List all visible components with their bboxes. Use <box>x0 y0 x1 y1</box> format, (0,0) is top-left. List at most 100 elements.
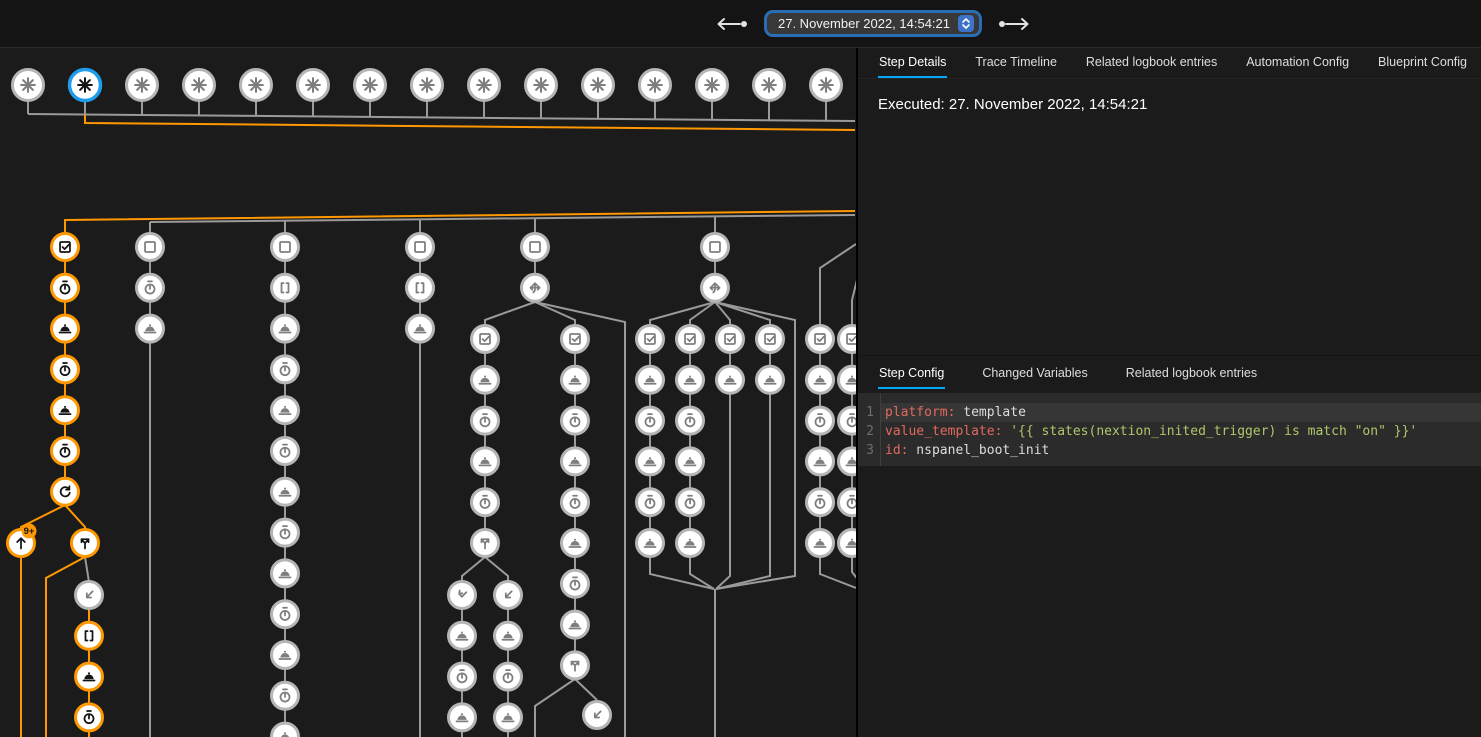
service-node[interactable] <box>495 622 522 649</box>
checkbox-blank-node[interactable] <box>522 234 549 261</box>
service-node[interactable] <box>272 315 299 342</box>
service-node[interactable] <box>407 315 434 342</box>
service-node[interactable] <box>562 448 589 475</box>
timer-node[interactable] <box>677 489 704 516</box>
checkbox-marked-node[interactable] <box>637 326 664 353</box>
timer-node[interactable] <box>472 407 499 434</box>
checkbox-marked-node[interactable] <box>52 234 79 261</box>
service-node[interactable] <box>807 366 834 393</box>
timer-node[interactable] <box>272 356 299 383</box>
service-node[interactable] <box>495 704 522 731</box>
service-node[interactable] <box>272 397 299 424</box>
checkbox-blank-node[interactable] <box>702 234 729 261</box>
service-node[interactable] <box>807 530 834 557</box>
trigger-node[interactable] <box>754 70 785 101</box>
call-split-node[interactable] <box>472 530 499 557</box>
checkbox-blank-node[interactable] <box>137 234 164 261</box>
timer-node[interactable] <box>137 274 164 301</box>
timer-node[interactable] <box>839 489 857 516</box>
timer-node[interactable] <box>272 682 299 709</box>
trigger-node[interactable] <box>184 70 215 101</box>
timer-node[interactable] <box>52 438 79 465</box>
timer-node[interactable] <box>272 438 299 465</box>
tab-related-logbook-bottom[interactable]: Related logbook entries <box>1125 359 1258 389</box>
service-node[interactable] <box>807 448 834 475</box>
service-node[interactable] <box>472 366 499 393</box>
timer-node[interactable] <box>637 407 664 434</box>
call-split-node[interactable] <box>562 652 589 679</box>
checkbox-marked-node[interactable] <box>717 326 744 353</box>
timer-node[interactable] <box>52 274 79 301</box>
service-node[interactable] <box>52 315 79 342</box>
arrow-decision-node[interactable] <box>522 274 549 301</box>
service-node[interactable] <box>839 366 857 393</box>
arrow-down-left-node[interactable] <box>76 582 103 609</box>
tab-step-config[interactable]: Step Config <box>878 359 945 389</box>
timer-node[interactable] <box>52 356 79 383</box>
service-node[interactable] <box>637 448 664 475</box>
timer-node[interactable] <box>677 407 704 434</box>
trigger-node[interactable] <box>811 70 842 101</box>
service-node[interactable] <box>76 663 103 690</box>
trace-graph-canvas[interactable]: 9+ <box>0 48 856 737</box>
checkbox-marked-node[interactable] <box>839 326 857 353</box>
brackets-node[interactable] <box>407 274 434 301</box>
service-node[interactable] <box>272 723 299 737</box>
service-node[interactable] <box>677 530 704 557</box>
timer-node[interactable] <box>562 570 589 597</box>
service-node[interactable] <box>472 448 499 475</box>
trigger-node[interactable] <box>127 70 158 101</box>
timer-node[interactable] <box>495 663 522 690</box>
timer-node[interactable] <box>807 489 834 516</box>
timer-node[interactable] <box>272 519 299 546</box>
trigger-node[interactable] <box>526 70 557 101</box>
service-node[interactable] <box>272 560 299 587</box>
trigger-node[interactable] <box>583 70 614 101</box>
trigger-node[interactable] <box>412 70 443 101</box>
trigger-node[interactable] <box>355 70 386 101</box>
brackets-node[interactable] <box>76 622 103 649</box>
timer-node[interactable] <box>76 704 103 731</box>
service-node[interactable] <box>137 315 164 342</box>
trigger-node[interactable] <box>469 70 500 101</box>
tab-automation-config[interactable]: Automation Config <box>1245 48 1350 78</box>
service-node[interactable] <box>677 366 704 393</box>
arrow-decision-node[interactable] <box>702 274 729 301</box>
arrow-down-left-node[interactable] <box>584 702 611 729</box>
timer-node[interactable] <box>562 489 589 516</box>
timer-node[interactable] <box>272 601 299 628</box>
trigger-node[interactable] <box>640 70 671 101</box>
checkbox-marked-node[interactable] <box>807 326 834 353</box>
tab-related-logbook[interactable]: Related logbook entries <box>1085 48 1218 78</box>
service-node[interactable] <box>272 478 299 505</box>
brackets-node[interactable] <box>272 274 299 301</box>
timer-node[interactable] <box>449 663 476 690</box>
trigger-node[interactable] <box>298 70 329 101</box>
tab-step-details[interactable]: Step Details <box>878 48 947 78</box>
tab-blueprint-config[interactable]: Blueprint Config <box>1377 48 1468 78</box>
checkbox-marked-node[interactable] <box>472 326 499 353</box>
refresh-node[interactable] <box>52 478 79 505</box>
tab-trace-timeline[interactable]: Trace Timeline <box>974 48 1058 78</box>
service-node[interactable] <box>449 704 476 731</box>
timer-node[interactable] <box>562 407 589 434</box>
checkbox-blank-node[interactable] <box>272 234 299 261</box>
service-node[interactable] <box>562 530 589 557</box>
timer-node[interactable] <box>839 407 857 434</box>
service-node[interactable] <box>839 448 857 475</box>
service-node[interactable] <box>637 530 664 557</box>
arrow-down-left-node[interactable] <box>495 582 522 609</box>
service-node[interactable] <box>717 366 744 393</box>
service-node[interactable] <box>637 366 664 393</box>
service-node[interactable] <box>757 366 784 393</box>
call-split-node[interactable] <box>72 530 99 557</box>
checkbox-marked-node[interactable] <box>757 326 784 353</box>
timer-node[interactable] <box>472 489 499 516</box>
check-arrow-node[interactable] <box>449 582 476 609</box>
timer-node[interactable] <box>807 407 834 434</box>
checkbox-marked-node[interactable] <box>562 326 589 353</box>
tab-changed-variables[interactable]: Changed Variables <box>981 359 1088 389</box>
previous-run-button[interactable] <box>716 17 750 31</box>
checkbox-marked-node[interactable] <box>677 326 704 353</box>
service-node[interactable] <box>677 448 704 475</box>
